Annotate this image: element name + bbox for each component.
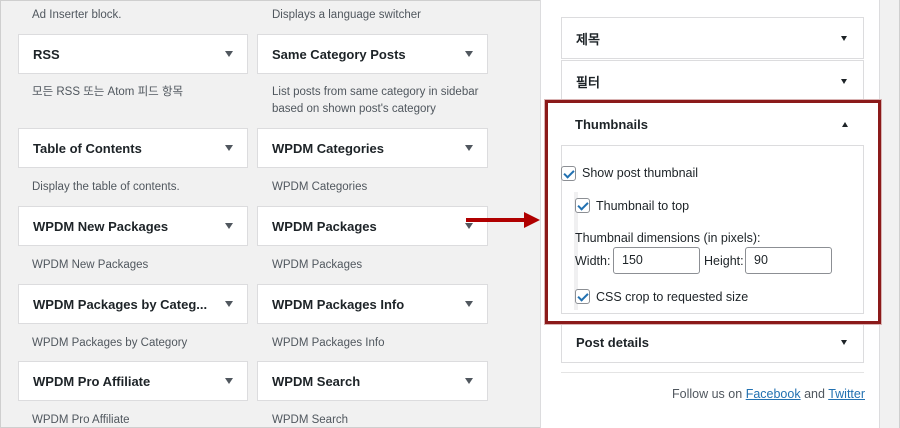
- caret-down-icon[interactable]: [225, 378, 233, 384]
- caret-down-icon[interactable]: [841, 79, 847, 84]
- widget-wpdm-packages-by-category[interactable]: WPDM Packages by Categ...: [18, 284, 248, 324]
- divider: [561, 372, 864, 373]
- widget-title: WPDM Packages by Categ...: [33, 296, 208, 312]
- widget-description: WPDM Packages: [272, 259, 363, 271]
- widget-title: WPDM Categories: [272, 140, 384, 156]
- widget-wpdm-search[interactable]: WPDM Search: [257, 361, 488, 401]
- caret-down-icon[interactable]: [841, 36, 847, 41]
- widget-wpdm-pro-affiliate[interactable]: WPDM Pro Affiliate: [18, 361, 248, 401]
- caret-down-icon[interactable]: [225, 223, 233, 229]
- widget-wpdm-new-packages[interactable]: WPDM New Packages: [18, 206, 248, 246]
- caret-down-icon[interactable]: [225, 145, 233, 151]
- section-title-toggle[interactable]: 제목: [561, 17, 864, 59]
- widget-description: Displays a language switcher: [272, 9, 421, 21]
- widget-table-of-contents[interactable]: Table of Contents: [18, 128, 248, 168]
- twitter-link[interactable]: Twitter: [828, 387, 865, 401]
- widget-wpdm-packages-info[interactable]: WPDM Packages Info: [257, 284, 488, 324]
- widget-description: Display the table of contents.: [32, 181, 180, 193]
- caret-down-icon[interactable]: [841, 340, 847, 345]
- widget-same-category-posts[interactable]: Same Category Posts: [257, 34, 488, 74]
- follow-us-text: Follow us on: [672, 387, 743, 401]
- widget-description: WPDM Categories: [272, 181, 368, 193]
- widget-description: WPDM Search: [272, 414, 349, 426]
- highlight-box: [545, 100, 881, 324]
- widget-title: Same Category Posts: [272, 46, 406, 62]
- caret-down-icon[interactable]: [465, 301, 473, 307]
- widget-rss[interactable]: RSS: [18, 34, 248, 74]
- widget-description: List posts from same category in sidebar: [272, 86, 479, 98]
- pointer-arrow-icon: [466, 212, 540, 228]
- section-label: 필터: [576, 74, 600, 90]
- widget-description: WPDM Packages by Category: [32, 337, 188, 349]
- facebook-link[interactable]: Facebook: [746, 387, 801, 401]
- widget-title: Table of Contents: [33, 140, 142, 156]
- follow-us-footer: Follow us on Facebook and Twitter: [672, 387, 865, 401]
- section-label: 제목: [576, 31, 600, 47]
- widget-title: RSS: [33, 46, 60, 62]
- right-gutter: [880, 0, 899, 428]
- section-post-details-toggle[interactable]: Post details: [561, 321, 864, 363]
- widget-description: WPDM Packages Info: [272, 337, 385, 349]
- widget-description: based on shown post's category: [272, 103, 436, 115]
- caret-down-icon[interactable]: [225, 301, 233, 307]
- widget-title: WPDM New Packages: [33, 218, 169, 234]
- widget-wpdm-categories[interactable]: WPDM Categories: [257, 128, 488, 168]
- widget-description: Ad Inserter block.: [32, 9, 122, 21]
- section-filter-toggle[interactable]: 필터: [561, 60, 864, 102]
- widget-title: WPDM Search: [272, 373, 361, 389]
- widget-title: WPDM Pro Affiliate: [33, 373, 151, 389]
- caret-down-icon[interactable]: [225, 51, 233, 57]
- widget-description: WPDM Pro Affiliate: [32, 414, 130, 426]
- section-label: Post details: [576, 334, 649, 350]
- widget-title: WPDM Packages Info: [272, 296, 405, 312]
- widget-title: WPDM Packages: [272, 218, 377, 234]
- caret-down-icon[interactable]: [465, 145, 473, 151]
- caret-down-icon[interactable]: [465, 378, 473, 384]
- and-text: and: [804, 387, 825, 401]
- widget-wpdm-packages[interactable]: WPDM Packages: [257, 206, 488, 246]
- widget-description: 모든 RSS 또는 Atom 피드 항목: [32, 86, 184, 98]
- widget-description: WPDM New Packages: [32, 259, 149, 271]
- caret-down-icon[interactable]: [465, 51, 473, 57]
